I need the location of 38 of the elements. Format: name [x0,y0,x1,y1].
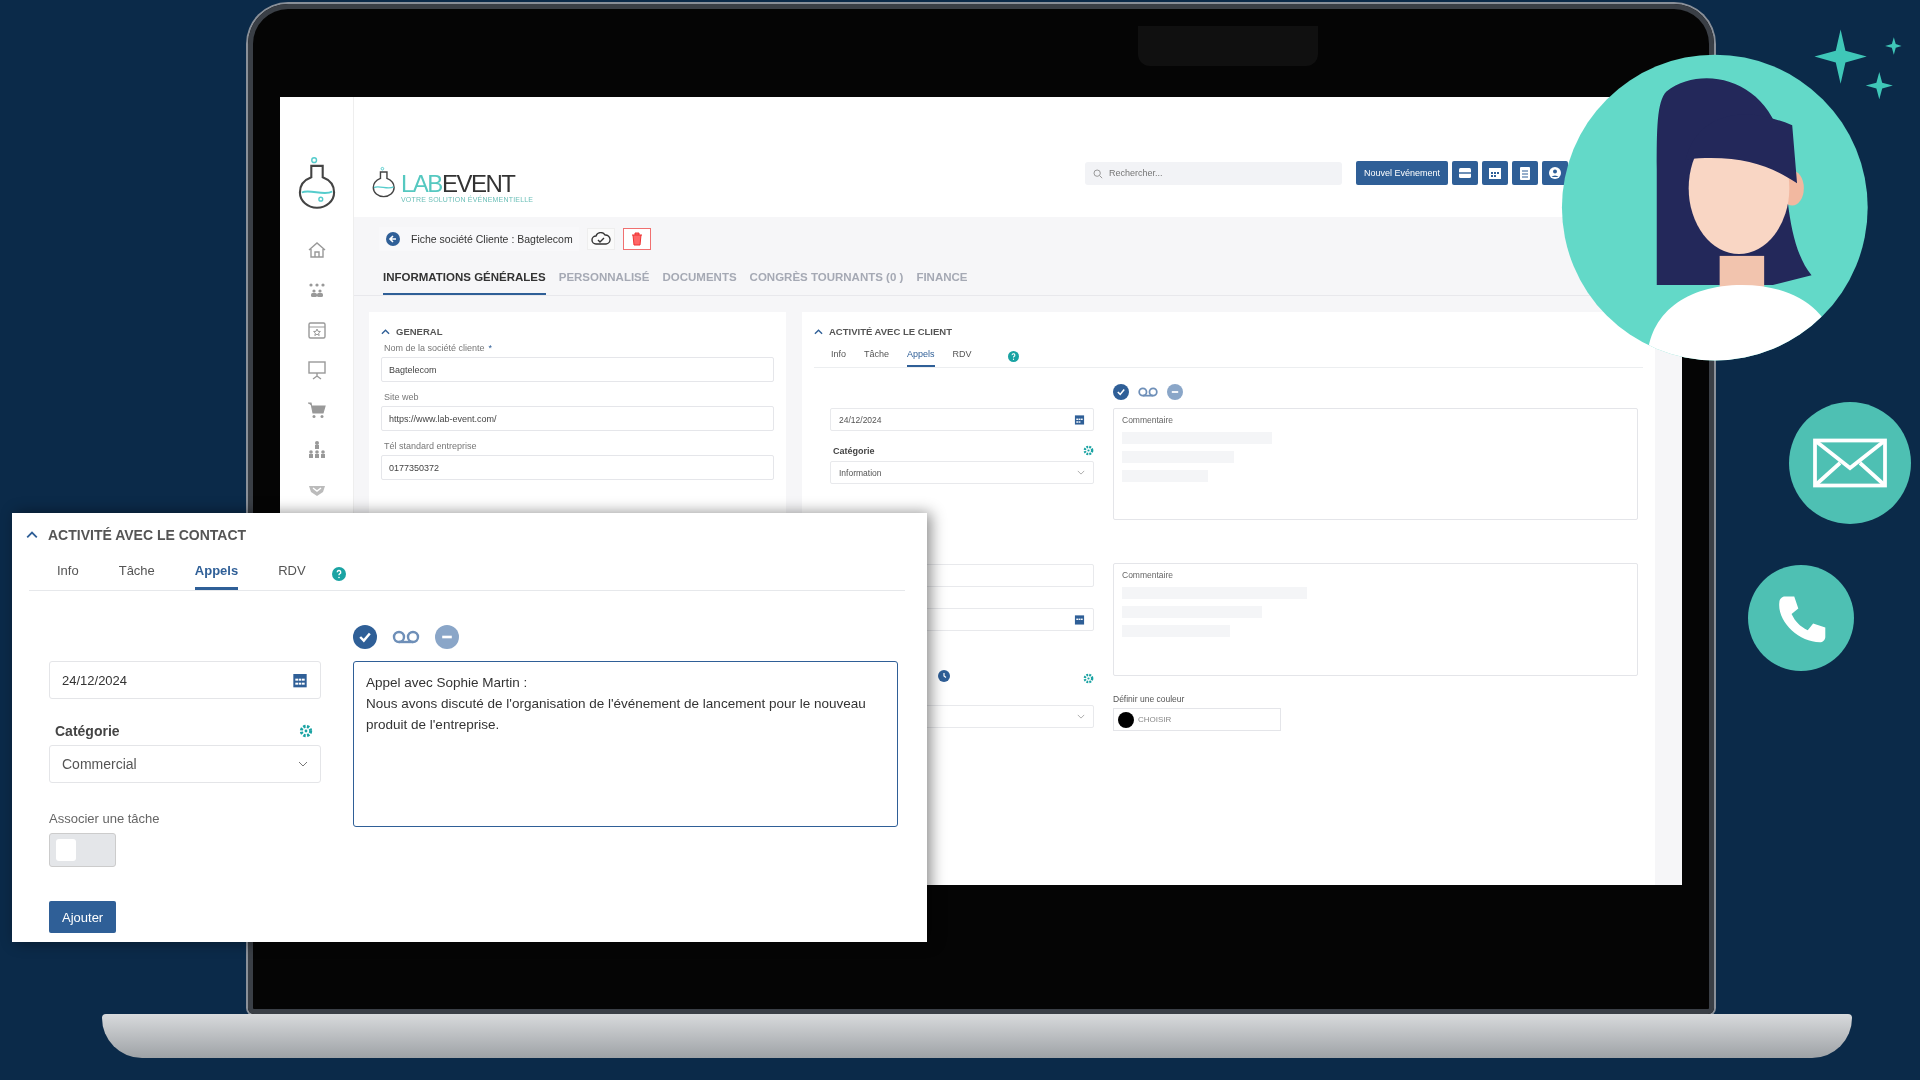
text-field[interactable]: Bagtelecom [381,357,774,382]
tab[interactable]: Tâche [118,563,155,590]
tab[interactable]: Appels [194,563,239,590]
category-select[interactable]: Commercial [49,745,321,783]
field-label: Catégorie [833,445,875,456]
tab[interactable]: Tâche [864,349,890,367]
section-title: ACTIVITÉ AVEC LE CLIENT [829,326,952,337]
date-field[interactable]: 24/12/2024 [830,408,1094,431]
comment-box[interactable]: Appel avec Sophie Martin : Nous avons discuté de l'organisation de l'événement de lancement pour le nouveau produit de l'entreprise. [353,661,898,827]
section-title: ACTIVITÉ AVEC LE CONTACT [48,527,247,543]
add-button[interactable]: Ajouter [49,901,117,933]
tab[interactable]: INFORMATIONS GÉNÉRALES [383,271,546,295]
date-field[interactable]: 24/12/2024 [49,661,321,699]
field-label: Nom de la société cliente [384,343,485,353]
field-label: Commentaire [1122,570,1175,580]
text-field[interactable]: https://www.lab-event.com/ [381,406,774,431]
tab[interactable]: RDV [278,563,306,590]
field-label: Tél standard entreprise [384,441,477,451]
required-asterisk: * [488,343,493,353]
tab[interactable]: RDV [952,349,972,367]
tab[interactable]: Info [831,349,846,367]
new-event-button[interactable]: Nouvel Evénement [1355,161,1448,185]
field-label: Commentaire [1122,415,1175,425]
text-field[interactable]: 0177350372 [381,455,774,480]
comment-box[interactable]: Commentaire [1113,563,1638,676]
field-label: Associer une tâche [49,811,161,826]
field-label: Site web [384,392,419,402]
category-select[interactable]: Information [830,461,1094,484]
comment-box[interactable]: Commentaire [1113,408,1638,520]
logo-wordmark: LABEVENT [401,172,515,196]
color-picker-button[interactable]: CHOISIR [1113,708,1281,731]
section-title: GENERAL [396,326,443,337]
field-label: Définir une couleur [1113,694,1186,704]
search-field[interactable]: Rechercher... [1084,161,1342,185]
page-title: Fiche société Cliente : Bagtelecom [411,233,573,245]
tab[interactable]: Info [57,563,79,590]
tab[interactable]: Appels [907,349,935,367]
field-label: Catégorie [55,723,120,739]
